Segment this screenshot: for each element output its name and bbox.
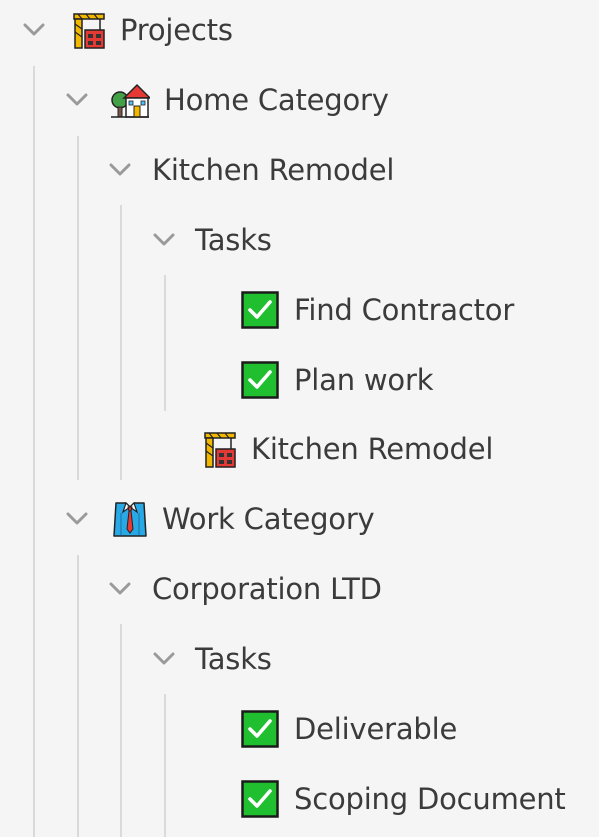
tree-row-projects[interactable]: Projects: [0, 2, 599, 58]
task-label: Plan work: [294, 363, 434, 397]
chevron-down-icon[interactable]: [149, 225, 179, 255]
chevron-down-icon[interactable]: [62, 85, 92, 115]
task-item[interactable]: Find Contractor: [0, 282, 599, 338]
chevron-down-icon[interactable]: [62, 504, 92, 534]
tree-label: Tasks: [195, 223, 272, 257]
tree-row-tasks[interactable]: Tasks: [0, 212, 599, 268]
tree-label: Work Category: [162, 502, 375, 536]
tree-label: Corporation LTD: [152, 572, 382, 606]
tree-row-kitchen-remodel[interactable]: Kitchen Remodel: [0, 142, 599, 198]
checkbox-checked-icon[interactable]: [241, 361, 279, 399]
task-label: Find Contractor: [294, 293, 515, 327]
tree-label: Kitchen Remodel: [152, 153, 395, 187]
tree-label: Projects: [120, 13, 233, 47]
tree-label: Home Category: [164, 83, 389, 117]
tree-row-home-category[interactable]: Home Category: [0, 72, 599, 128]
chevron-down-icon[interactable]: [105, 155, 135, 185]
construction-crane-icon: [66, 10, 106, 50]
tree-row-work-category[interactable]: Work Category: [0, 491, 599, 547]
checkbox-checked-icon[interactable]: [241, 710, 279, 748]
checkbox-checked-icon[interactable]: [241, 291, 279, 329]
tree-row-tasks[interactable]: Tasks: [0, 631, 599, 687]
task-label: Deliverable: [294, 712, 458, 746]
tree-label: Kitchen Remodel: [251, 432, 494, 466]
construction-crane-icon: [197, 429, 237, 469]
tree-row-project[interactable]: Kitchen Remodel: [0, 421, 599, 477]
task-item[interactable]: Deliverable: [0, 701, 599, 757]
checkbox-checked-icon[interactable]: [241, 780, 279, 818]
chevron-down-icon[interactable]: [105, 574, 135, 604]
task-item[interactable]: Scoping Document: [0, 771, 599, 827]
house-with-garden-icon: [110, 80, 150, 120]
task-label: Scoping Document: [294, 782, 566, 816]
chevron-down-icon[interactable]: [149, 644, 179, 674]
tree-row-corporation[interactable]: Corporation LTD: [0, 561, 599, 617]
tree-label: Tasks: [195, 642, 272, 676]
task-item[interactable]: Plan work: [0, 352, 599, 408]
chevron-down-icon[interactable]: [19, 15, 49, 45]
shirt-and-tie-icon: [110, 499, 150, 539]
